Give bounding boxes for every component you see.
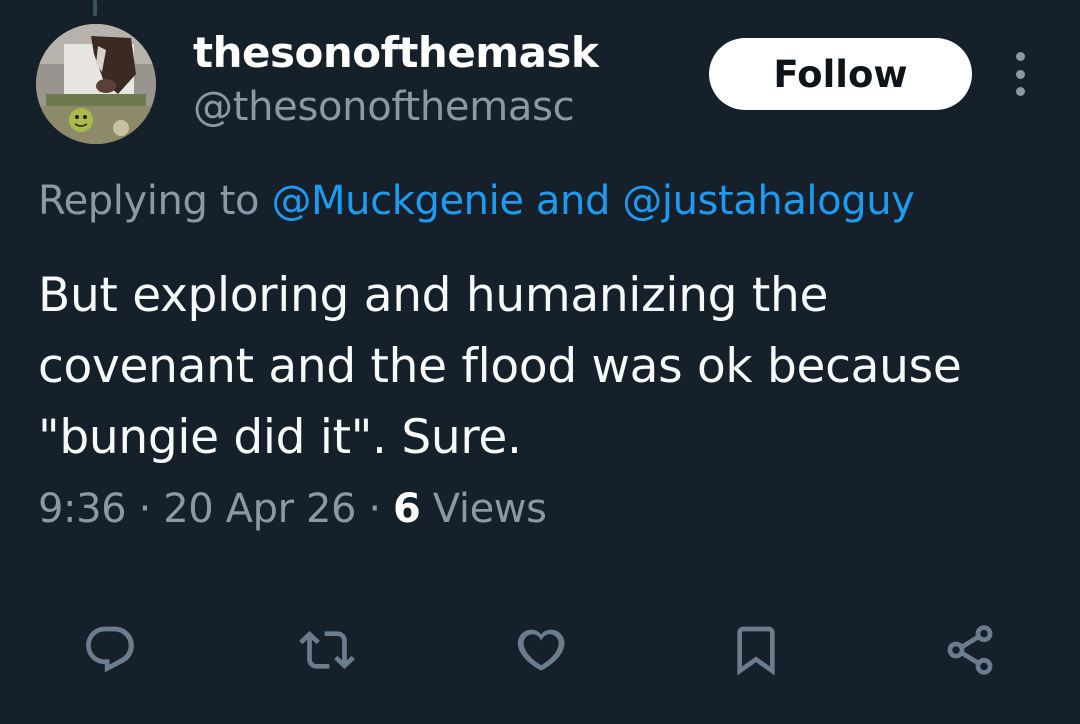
tweet-meta: 9:36 · 20 Apr 26 · 6 Views bbox=[38, 486, 547, 532]
mention-link[interactable]: @justahaloguy bbox=[622, 178, 915, 224]
follow-button[interactable]: Follow bbox=[709, 38, 972, 110]
avatar[interactable] bbox=[36, 24, 156, 144]
retweet-icon bbox=[299, 631, 355, 669]
views-label: Views bbox=[432, 486, 547, 532]
reply-context-prefix: Replying to bbox=[38, 178, 260, 224]
bookmark-icon bbox=[737, 626, 775, 676]
tweet-text-line: covenant and the flood was ok because bbox=[38, 339, 962, 394]
retweet-button[interactable] bbox=[297, 620, 357, 680]
reply-context: Replying to @Muckgenie and @justahaloguy bbox=[38, 178, 915, 224]
share-icon bbox=[947, 625, 993, 675]
tweet-text: But exploring and humanizing the covenan… bbox=[38, 260, 1058, 473]
display-name[interactable]: thesonofthemask bbox=[193, 28, 599, 77]
tweet-text-line: But exploring and humanizing the bbox=[38, 268, 829, 323]
reply-icon bbox=[86, 626, 134, 673]
meta-separator: · bbox=[368, 486, 381, 532]
mention-link[interactable]: @Muckgenie bbox=[271, 178, 524, 224]
views-count: 6 bbox=[393, 486, 421, 532]
meta-separator: · bbox=[138, 486, 152, 532]
mention-conjunction[interactable]: and bbox=[536, 178, 610, 224]
like-button[interactable] bbox=[510, 620, 570, 680]
like-icon bbox=[517, 629, 565, 671]
more-dot bbox=[1015, 87, 1025, 96]
more-dot bbox=[1015, 52, 1025, 61]
tweet-date[interactable]: 20 Apr 26 bbox=[163, 486, 356, 532]
avatar-image bbox=[36, 24, 156, 144]
tweet-text-line: "bungie did it". Sure. bbox=[38, 410, 522, 465]
reply-button[interactable] bbox=[80, 620, 140, 680]
thread-connector-line bbox=[93, 0, 97, 16]
user-handle[interactable]: @thesonofthemasc bbox=[193, 84, 575, 130]
bookmark-button[interactable] bbox=[726, 620, 786, 680]
more-icon[interactable] bbox=[1004, 52, 1036, 96]
share-button[interactable] bbox=[940, 620, 1000, 680]
more-dot bbox=[1015, 69, 1025, 79]
tweet-time[interactable]: 9:36 bbox=[38, 486, 127, 532]
